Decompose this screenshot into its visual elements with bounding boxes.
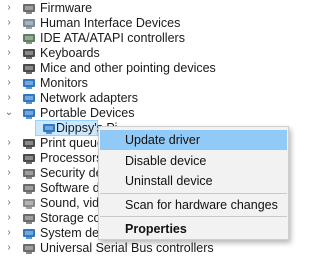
storage-controller-icon [22, 212, 36, 224]
properties-menu-item[interactable]: Properties [100, 219, 287, 239]
usb-controller-icon [22, 242, 36, 254]
sound-video-icon [22, 197, 36, 209]
printer-icon [22, 137, 36, 149]
firmware-icon [22, 2, 36, 14]
portable-devices-icon [22, 107, 36, 119]
menu-item-label: Update driver [125, 133, 201, 147]
system-devices-icon [22, 227, 36, 239]
tree-item-label: Universal Serial Bus controllers [40, 241, 214, 255]
menu-separator [100, 216, 287, 217]
chevron-right-icon[interactable]: › [4, 239, 14, 257]
menu-item-label: Scan for hardware changes [125, 198, 278, 212]
security-device-icon [22, 167, 36, 179]
processor-icon [22, 152, 36, 164]
keyboard-icon [22, 47, 36, 59]
human-interface-devices-icon [22, 17, 36, 29]
context-menu: Update driver Disable device Uninstall dev… [98, 126, 289, 240]
menu-separator [100, 193, 287, 194]
scan-hardware-changes-menu-item[interactable]: Scan for hardware changes [100, 195, 287, 215]
uninstall-device-menu-item[interactable]: Uninstall device [100, 171, 287, 191]
menu-item-label: Uninstall device [125, 174, 213, 188]
monitor-icon [22, 77, 36, 89]
portable-device-icon [42, 122, 56, 134]
ide-controller-icon [22, 32, 36, 44]
software-device-icon [22, 182, 36, 194]
update-driver-menu-item[interactable]: Update driver [100, 130, 287, 150]
disable-device-menu-item[interactable]: Disable device [100, 151, 287, 171]
menu-item-label: Disable device [125, 154, 207, 168]
mouse-icon [22, 62, 36, 74]
network-adapter-icon [22, 92, 36, 104]
menu-item-label: Properties [125, 222, 187, 236]
